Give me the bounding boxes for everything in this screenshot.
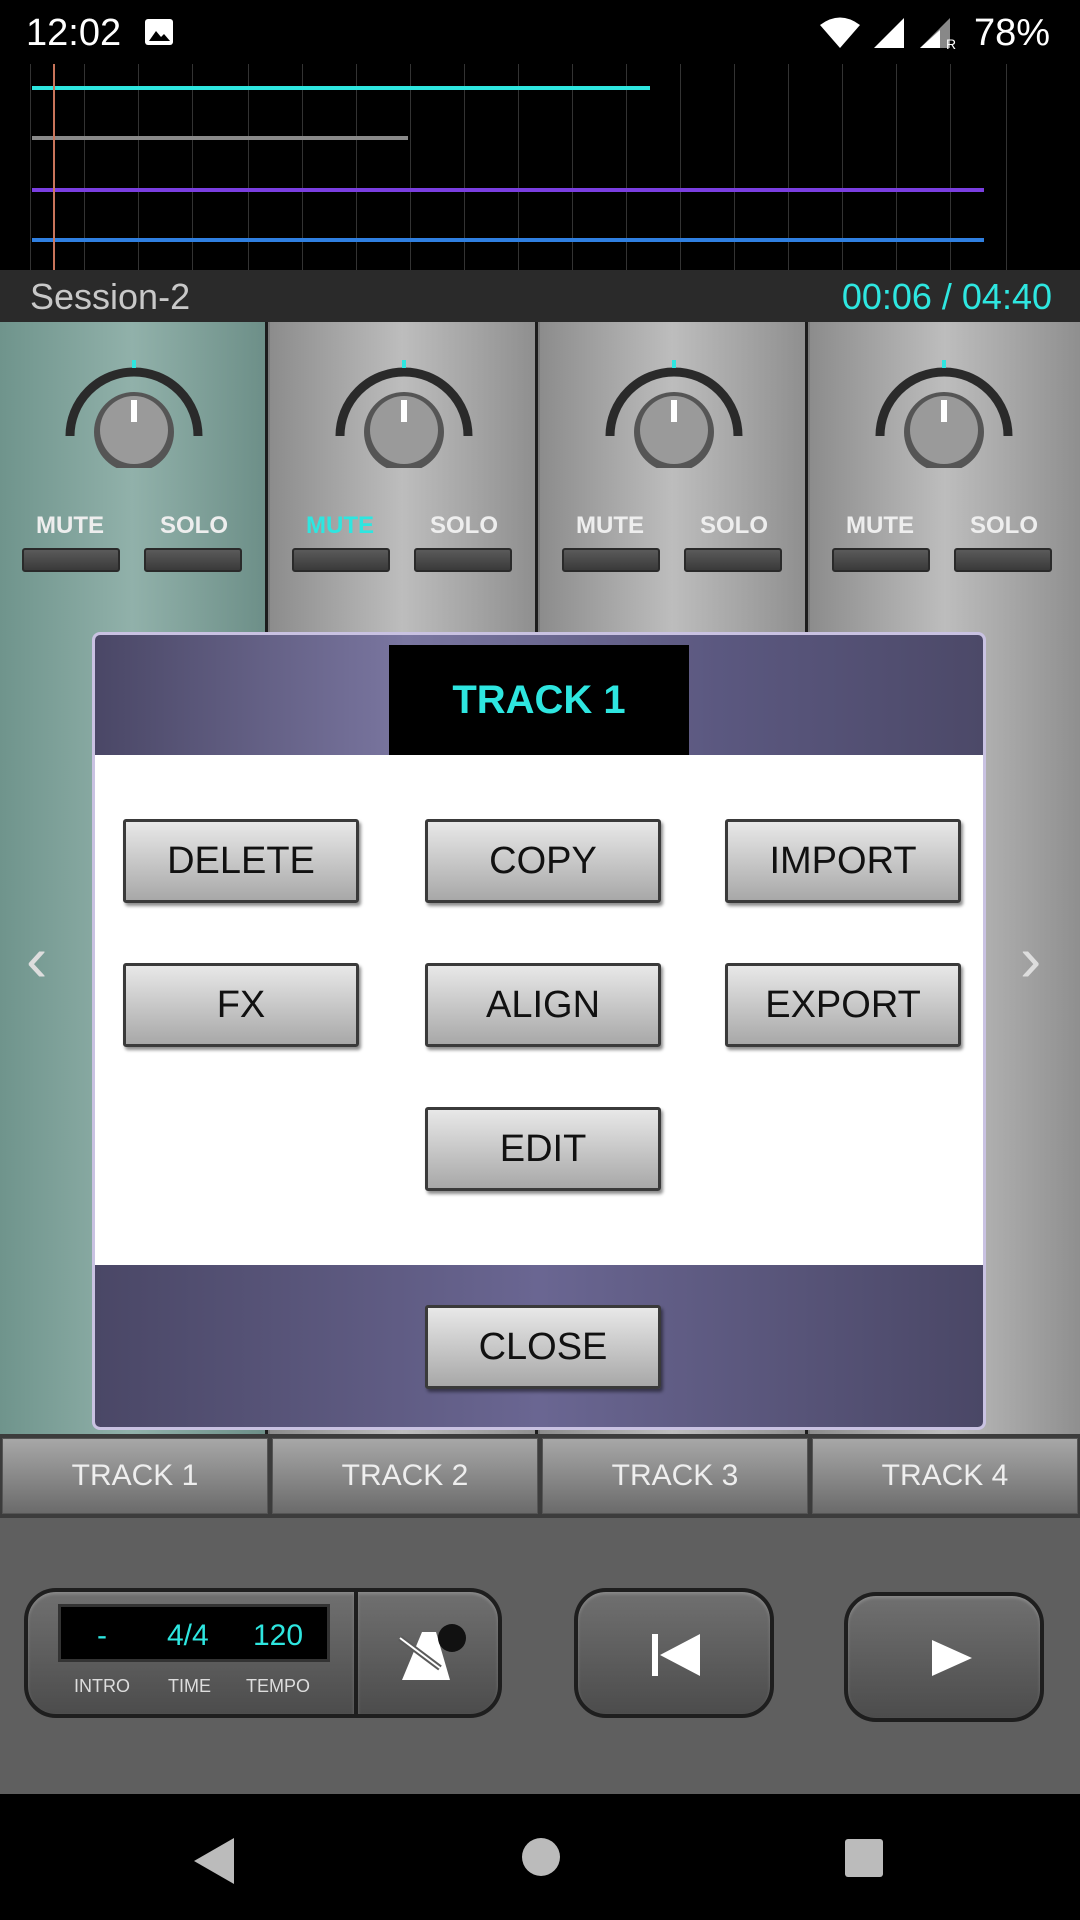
- status-time: 12:02: [26, 12, 122, 54]
- solo-button[interactable]: [684, 548, 782, 572]
- back-icon[interactable]: [190, 1836, 236, 1886]
- cell-signal-roaming-icon: R: [920, 18, 956, 50]
- transport-bar: - 4/4 120 INTRO TIME TEMPO: [0, 1518, 1080, 1794]
- mute-button[interactable]: [832, 548, 930, 572]
- lcd-display: - 4/4 120: [58, 1604, 330, 1662]
- play-icon: [932, 1640, 972, 1676]
- time-signature-value: 4/4: [167, 1619, 209, 1652]
- mute-label: MUTE: [36, 512, 104, 539]
- cell-signal-icon: [874, 18, 904, 48]
- edit-button[interactable]: EDIT: [425, 1107, 661, 1191]
- mute-label: MUTE: [576, 512, 644, 539]
- track-tabs: TRACK 1 TRACK 2 TRACK 3 TRACK 4: [0, 1434, 1080, 1518]
- song-settings-display[interactable]: - 4/4 120 INTRO TIME TEMPO: [24, 1588, 358, 1718]
- export-button[interactable]: EXPORT: [725, 963, 961, 1047]
- tempo-value: 120: [253, 1619, 304, 1652]
- volume-knob[interactable]: [60, 358, 208, 468]
- import-button[interactable]: IMPORT: [725, 819, 961, 903]
- volume-knob[interactable]: [330, 358, 478, 468]
- solo-label: SOLO: [700, 512, 769, 539]
- dialog-title-box: TRACK 1: [389, 645, 689, 755]
- track-2-region[interactable]: [32, 136, 408, 140]
- dialog-body: DELETE COPY IMPORT FX ALIGN EXPORT EDIT: [95, 755, 983, 1265]
- fx-button[interactable]: FX: [123, 963, 359, 1047]
- track-4-region[interactable]: [32, 238, 984, 242]
- recents-icon[interactable]: [844, 1838, 884, 1878]
- mute-button[interactable]: [562, 548, 660, 572]
- solo-button[interactable]: [954, 548, 1052, 572]
- metronome-button[interactable]: [354, 1588, 502, 1718]
- solo-label: SOLO: [160, 512, 229, 539]
- system-nav-bar: [0, 1794, 1080, 1920]
- timeline[interactable]: [0, 64, 1080, 270]
- intro-value: -: [97, 1619, 107, 1652]
- tab-track-4[interactable]: TRACK 4: [812, 1438, 1078, 1514]
- skip-to-start-icon: [652, 1634, 700, 1676]
- copy-button[interactable]: COPY: [425, 819, 661, 903]
- track-3-region[interactable]: [32, 188, 984, 192]
- mute-button[interactable]: [22, 548, 120, 572]
- solo-label: SOLO: [430, 512, 499, 539]
- metronome-icon: [398, 1624, 466, 1680]
- battery-level: 78%: [974, 12, 1051, 54]
- dialog-footer: CLOSE: [95, 1265, 983, 1427]
- gallery-icon: [145, 19, 173, 45]
- wifi-icon: [820, 17, 860, 48]
- time-label: TIME: [168, 1676, 211, 1696]
- align-button[interactable]: ALIGN: [425, 963, 661, 1047]
- volume-knob[interactable]: [600, 358, 748, 468]
- status-bar: 12:02 R 78%: [0, 0, 1080, 64]
- mute-label: MUTE: [306, 512, 374, 539]
- play-button[interactable]: [844, 1592, 1044, 1722]
- tab-track-2[interactable]: TRACK 2: [272, 1438, 538, 1514]
- dialog-title: TRACK 1: [452, 677, 626, 722]
- volume-knob[interactable]: [870, 358, 1018, 468]
- track-options-dialog: TRACK 1 DELETE COPY IMPORT FX ALIGN EXPO…: [92, 632, 986, 1430]
- rewind-button[interactable]: [574, 1588, 774, 1718]
- tab-track-1[interactable]: TRACK 1: [2, 1438, 268, 1514]
- session-name: Session-2: [30, 276, 191, 317]
- solo-label: SOLO: [970, 512, 1039, 539]
- intro-label: INTRO: [74, 1676, 130, 1696]
- solo-button[interactable]: [144, 548, 242, 572]
- next-strips-arrow[interactable]: ›: [1020, 922, 1041, 996]
- close-button[interactable]: CLOSE: [425, 1305, 661, 1389]
- mute-label: MUTE: [846, 512, 914, 539]
- home-icon[interactable]: [520, 1836, 562, 1878]
- playhead[interactable]: [53, 64, 55, 270]
- tab-track-3[interactable]: TRACK 3: [542, 1438, 808, 1514]
- mute-button[interactable]: [292, 548, 390, 572]
- previous-strips-arrow[interactable]: ‹: [26, 922, 47, 996]
- grid-line: [30, 64, 31, 270]
- session-bar: Session-2 00:06 / 04:40: [0, 270, 1080, 322]
- svg-text:R: R: [946, 36, 956, 50]
- track-1-region[interactable]: [32, 86, 650, 90]
- grid-line: [1006, 64, 1007, 270]
- session-position: 00:06 / 04:40: [841, 276, 1052, 317]
- delete-button[interactable]: DELETE: [123, 819, 359, 903]
- solo-button[interactable]: [414, 548, 512, 572]
- dialog-header: TRACK 1: [95, 635, 983, 755]
- tempo-label: TEMPO: [246, 1676, 311, 1696]
